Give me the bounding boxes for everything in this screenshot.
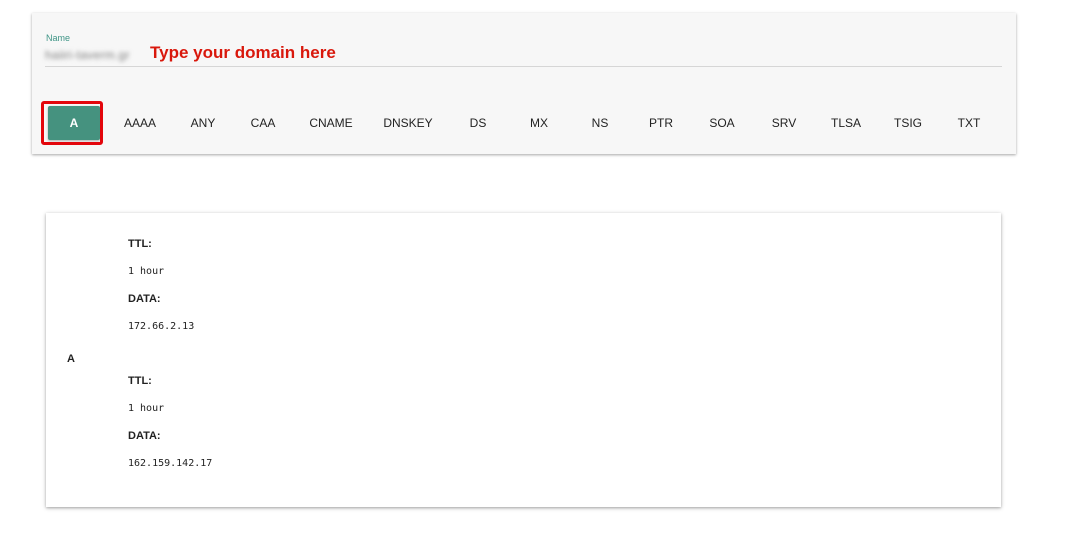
type-button-aaaa[interactable]: AAAA	[114, 106, 166, 140]
data-value: 172.66.2.13	[128, 321, 195, 332]
record-type-bar: A AAAA ANY CAA CNAME DNSKEY DS MX NS PTR…	[41, 101, 1007, 149]
type-button-tlsa[interactable]: TLSA	[820, 106, 872, 140]
type-button-tsig[interactable]: TSIG	[882, 106, 934, 140]
ttl-label: TTL:	[128, 375, 152, 387]
query-card: Name haiiri-taverm.gr Type your domain h…	[32, 13, 1016, 154]
type-button-any[interactable]: ANY	[178, 106, 228, 140]
type-button-cname[interactable]: CNAME	[301, 106, 361, 140]
data-label: DATA:	[128, 430, 161, 442]
type-button-mx[interactable]: MX	[514, 106, 564, 140]
type-button-soa[interactable]: SOA	[697, 106, 747, 140]
name-field-label: Name	[46, 33, 71, 43]
data-label: DATA:	[128, 293, 161, 305]
ttl-value: 1 hour	[128, 266, 165, 277]
data-value: 162.159.142.17	[128, 458, 213, 469]
ttl-value: 1 hour	[128, 403, 165, 414]
type-button-caa[interactable]: CAA	[238, 106, 288, 140]
type-button-ptr[interactable]: PTR	[636, 106, 686, 140]
type-button-ns[interactable]: NS	[575, 106, 625, 140]
domain-input[interactable]: haiiri-taverm.gr	[45, 48, 130, 62]
input-underline	[45, 66, 1002, 67]
domain-hint-annotation: Type your domain here	[150, 43, 336, 62]
ttl-label: TTL:	[128, 238, 152, 250]
type-button-a[interactable]: A	[48, 106, 100, 140]
record-type-label: A	[67, 353, 75, 365]
type-button-txt[interactable]: TXT	[944, 106, 994, 140]
type-button-srv[interactable]: SRV	[759, 106, 809, 140]
type-button-dnskey[interactable]: DNSKEY	[377, 106, 439, 140]
result-card: A TTL: 1 hour DATA: 172.66.2.13 TTL: 1 h…	[46, 213, 1001, 507]
type-button-ds[interactable]: DS	[453, 106, 503, 140]
